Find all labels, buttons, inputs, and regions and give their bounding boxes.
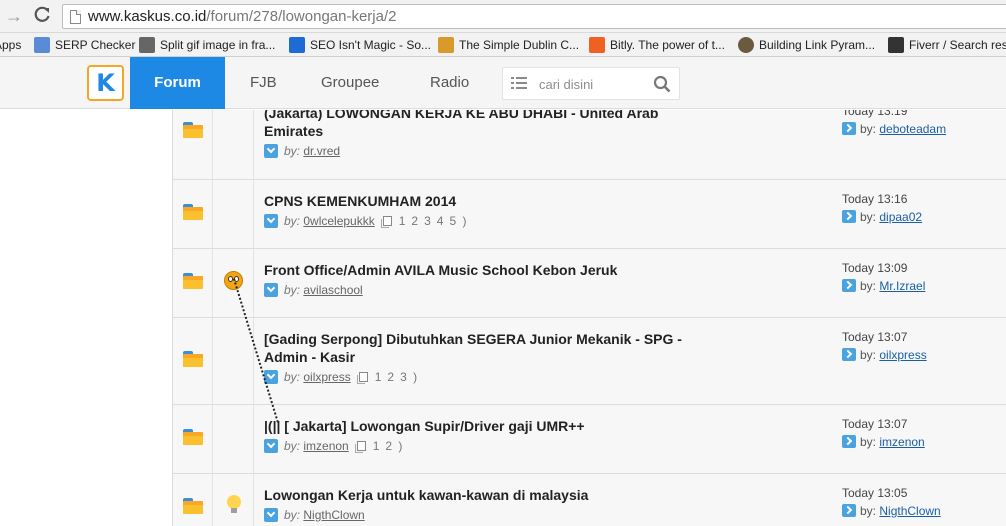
pages-icon [380, 216, 392, 228]
page-links: 123 ) [356, 370, 417, 384]
thread-title[interactable]: Front Office/Admin AVILA Music School Ke… [264, 261, 694, 279]
last-post-by: by: dipaa02 [842, 210, 922, 224]
bookmark-apps[interactable]: Apps [0, 36, 21, 54]
chevron-down-icon[interactable] [264, 214, 278, 228]
chevron-down-icon[interactable] [264, 439, 278, 453]
list-menu-icon[interactable] [511, 75, 527, 91]
chevron-down-icon[interactable] [264, 283, 278, 297]
last-post-time: Today 13:09 [842, 261, 908, 275]
table-row: Lowongan Kerja untuk kawan-kawan di mala… [173, 474, 1006, 526]
last-post-time: Today 13:16 [842, 192, 908, 206]
thread-title[interactable]: |(|| [ Jakarta] Lowongan Supir/Driver ga… [264, 417, 694, 435]
folder-icon [183, 351, 203, 367]
thread-author: by: NigthClown [264, 508, 365, 522]
go-to-last-post-icon[interactable] [842, 122, 856, 135]
bookmark-split-gif[interactable]: Split gif image in fra... [139, 36, 275, 54]
go-to-last-post-icon[interactable] [842, 504, 856, 517]
forward-arrow-icon[interactable]: → [4, 6, 24, 26]
last-post-time: Today 13:05 [842, 486, 908, 500]
folder-icon [183, 273, 203, 289]
table-row: CPNS KEMENKUMHAM 2014 by: 0wlcelepukkk 1 2… [173, 180, 1006, 249]
bookmark-fiverr[interactable]: Fiverr / Search resu [888, 36, 1006, 54]
last-post-by: by: Mr.Izrael [842, 279, 925, 293]
thread-author: by: avilaschool [264, 283, 363, 297]
folder-icon [183, 204, 203, 220]
table-row: |(|| [ Jakarta] Lowongan Supir/Driver ga… [173, 405, 1006, 474]
thread-list-area: (Jakarta) LOWONGAN KERJA KE ABU DHABI - … [0, 110, 1006, 526]
thread-title[interactable]: Lowongan Kerja untuk kawan-kawan di mala… [264, 486, 694, 504]
bookmark-bitly[interactable]: Bitly. The power of t... [589, 36, 725, 54]
thread-table: (Jakarta) LOWONGAN KERJA KE ABU DHABI - … [172, 110, 1006, 526]
fiverr-icon [888, 37, 904, 53]
bookmarks-bar: Apps SERP Checker Split gif image in fra… [0, 33, 1006, 57]
table-row: (Jakarta) LOWONGAN KERJA KE ABU DHABI - … [173, 110, 1006, 180]
search-box [502, 67, 680, 100]
last-post-time: Today 13:19 [842, 110, 908, 118]
folder-icon [183, 122, 203, 138]
kaskus-logo[interactable]: K [87, 65, 124, 101]
chevron-down-icon[interactable] [264, 508, 278, 522]
page-icon [70, 10, 81, 24]
go-to-last-post-icon[interactable] [842, 279, 856, 292]
search-input[interactable] [539, 72, 649, 96]
thread-author: by: imzenon 1 2 ) [264, 439, 402, 453]
go-to-last-post-icon[interactable] [842, 435, 856, 448]
go-to-last-post-icon[interactable] [842, 210, 856, 223]
pages-icon [354, 441, 366, 453]
lightbulb-icon [227, 495, 241, 515]
chevron-down-icon[interactable] [264, 144, 278, 158]
tab-groupee[interactable]: Groupee [321, 57, 379, 109]
bookmark-link-pyramid[interactable]: Building Link Pyram... [738, 36, 875, 54]
last-post-time: Today 13:07 [842, 417, 908, 431]
tab-radio[interactable]: Radio [430, 57, 469, 109]
pages-icon [356, 372, 368, 384]
link-pyramid-icon [738, 37, 754, 53]
go-to-last-post-icon[interactable] [842, 348, 856, 361]
page-links: 12 ) [354, 439, 402, 453]
bookmark-serp-checker[interactable]: SERP Checker [34, 36, 135, 54]
last-post-by: by: oilxpress [842, 348, 927, 362]
table-row: Front Office/Admin AVILA Music School Ke… [173, 249, 1006, 318]
seo-magic-icon [289, 37, 305, 53]
page-links: 12345 ) [380, 214, 467, 228]
thread-title[interactable]: (Jakarta) LOWONGAN KERJA KE ABU DHABI - … [264, 110, 694, 140]
reload-icon[interactable] [32, 6, 52, 26]
thread-author: by: dr.vred [264, 144, 340, 158]
search-icon[interactable] [653, 75, 671, 93]
serp-checker-icon [34, 37, 50, 53]
last-post-by: by: deboteadam [842, 122, 946, 136]
last-post-by: by: NigthClown [842, 504, 941, 518]
last-post-time: Today 13:07 [842, 330, 908, 344]
tab-forum[interactable]: Forum [130, 57, 225, 109]
thread-title[interactable]: [Gading Serpong] Dibutuhkan SEGERA Junio… [264, 330, 704, 366]
site-header: K Forum FJB Groupee Radio [0, 57, 1006, 109]
thread-title[interactable]: CPNS KEMENKUMHAM 2014 [264, 192, 694, 210]
address-bar[interactable]: www.kaskus.co.id/forum/278/lowongan-kerj… [62, 4, 1006, 29]
table-row: [Gading Serpong] Dibutuhkan SEGERA Junio… [173, 318, 1006, 405]
browser-toolbar: → www.kaskus.co.id/forum/278/lowongan-ke… [0, 0, 1006, 33]
thread-author: by: oilxpress 1 2 3 ) [264, 370, 417, 384]
split-gif-icon [139, 37, 155, 53]
last-post-by: by: imzenon [842, 435, 925, 449]
dublin-core-icon [438, 37, 454, 53]
bookmark-seo-magic[interactable]: SEO Isn't Magic - So... [289, 36, 431, 54]
bitly-icon [589, 37, 605, 53]
folder-icon [183, 429, 203, 445]
folder-icon [183, 498, 203, 514]
bookmark-dublin-core[interactable]: The Simple Dublin C... [438, 36, 579, 54]
url-text[interactable]: www.kaskus.co.id/forum/278/lowongan-kerj… [88, 8, 396, 25]
thread-author: by: 0wlcelepukkk 1 2 3 4 5 ) [264, 214, 467, 228]
tab-fjb[interactable]: FJB [250, 57, 277, 109]
